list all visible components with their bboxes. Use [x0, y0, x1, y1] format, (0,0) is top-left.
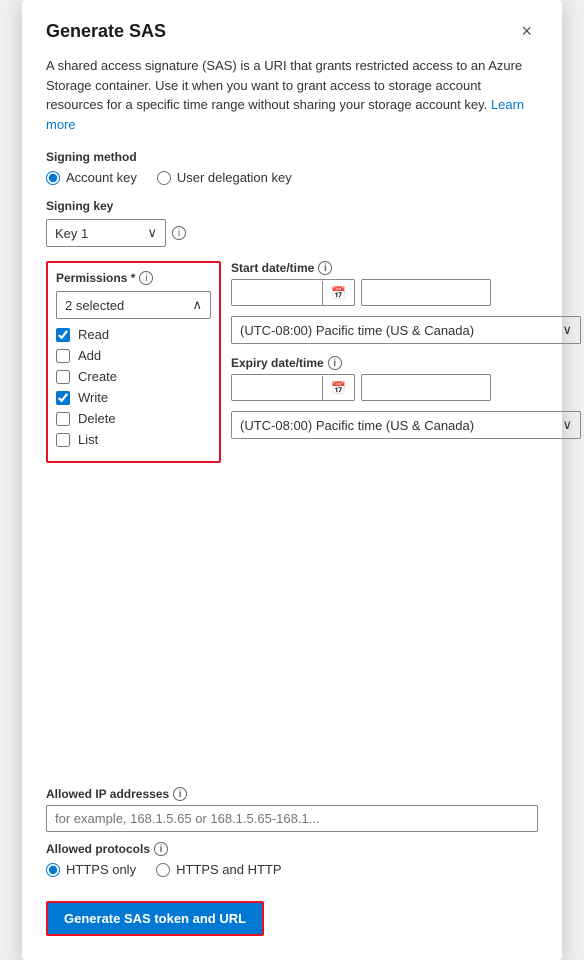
https-http-radio[interactable]: HTTPS and HTTP [156, 862, 281, 877]
allowed-protocols-info-icon[interactable]: i [154, 842, 168, 856]
allowed-protocols-label: Allowed protocols [46, 842, 150, 856]
start-datetime-label: Start date/time i [231, 261, 581, 275]
protocols-radio-group: HTTPS only HTTPS and HTTP [46, 862, 538, 877]
list-label: List [78, 432, 98, 447]
expiry-datetime-block: Expiry date/time i 📅 7:53:32 PM [231, 356, 581, 401]
permissions-dropdown[interactable]: 2 selected ∧ [56, 291, 211, 319]
start-time-input-wrap: 11:53:32 AM [361, 279, 491, 306]
expiry-tz-value: (UTC-08:00) Pacific time (US & Canada) [240, 418, 474, 433]
https-only-label: HTTPS only [66, 862, 136, 877]
signing-method-label: Signing method [46, 150, 538, 164]
expiry-timezone-dropdown[interactable]: (UTC-08:00) Pacific time (US & Canada) ∨ [231, 411, 581, 439]
signing-key-row: Key 1 ∨ i [46, 219, 538, 247]
permissions-chevron: ∧ [192, 297, 202, 313]
checkbox-delete[interactable]: Delete [56, 411, 211, 426]
start-timezone-row: (UTC-08:00) Pacific time (US & Canada) ∨ [231, 316, 581, 344]
left-panel: Permissions * i 2 selected ∧ Read Add [46, 261, 221, 463]
https-http-label: HTTPS and HTTP [176, 862, 281, 877]
user-delegation-radio[interactable]: User delegation key [157, 170, 292, 185]
signing-method-group: Account key User delegation key [46, 170, 538, 185]
allowed-ip-label-row: Allowed IP addresses i [46, 787, 538, 801]
dialog-title: Generate SAS [46, 21, 166, 42]
main-layout: Permissions * i 2 selected ∧ Read Add [46, 261, 538, 463]
account-key-radio[interactable]: Account key [46, 170, 137, 185]
expiry-time-input-wrap: 7:53:32 PM [361, 374, 491, 401]
close-button[interactable]: × [515, 20, 538, 42]
signing-key-label: Signing key [46, 199, 538, 213]
permissions-info-icon[interactable]: i [139, 271, 153, 285]
allowed-protocols-label-row: Allowed protocols i [46, 842, 538, 856]
start-cal-icon[interactable]: 📅 [322, 281, 354, 305]
start-date-input[interactable] [232, 280, 322, 305]
expiry-datetime-label: Expiry date/time i [231, 356, 581, 370]
signing-key-dropdown[interactable]: Key 1 ∨ [46, 219, 166, 247]
permissions-label: Permissions * [56, 271, 135, 285]
start-datetime-block: Start date/time i 📅 11:53:32 AM [231, 261, 581, 306]
read-label: Read [78, 327, 109, 342]
start-time-input[interactable]: 11:53:32 AM [361, 279, 491, 306]
user-delegation-label: User delegation key [177, 170, 292, 185]
checkbox-add[interactable]: Add [56, 348, 211, 363]
delete-label: Delete [78, 411, 116, 426]
start-datetime-inputs: 📅 11:53:32 AM [231, 279, 581, 306]
checkbox-create[interactable]: Create [56, 369, 211, 384]
expiry-date-picker[interactable]: 📅 [231, 374, 355, 401]
description-text: A shared access signature (SAS) is a URI… [46, 56, 538, 134]
spacer [46, 477, 538, 787]
write-label: Write [78, 390, 108, 405]
start-date-picker[interactable]: 📅 [231, 279, 355, 306]
start-timezone-dropdown[interactable]: (UTC-08:00) Pacific time (US & Canada) ∨ [231, 316, 581, 344]
expiry-time-input[interactable]: 7:53:32 PM [361, 374, 491, 401]
create-label: Create [78, 369, 117, 384]
dialog-header: Generate SAS × [46, 20, 538, 42]
allowed-ip-section: Allowed IP addresses i [46, 787, 538, 832]
start-tz-chevron: ∨ [562, 322, 572, 338]
generate-sas-dialog: Generate SAS × A shared access signature… [22, 0, 562, 960]
checkbox-read[interactable]: Read [56, 327, 211, 342]
signing-key-info-icon[interactable]: i [172, 226, 186, 240]
expiry-cal-icon[interactable]: 📅 [322, 376, 354, 400]
right-panel: Start date/time i 📅 11:53:32 AM (UTC-08:… [231, 261, 581, 451]
checkbox-write[interactable]: Write [56, 390, 211, 405]
generate-sas-button[interactable]: Generate SAS token and URL [46, 901, 264, 936]
permissions-selected: 2 selected [65, 298, 124, 313]
expiry-timezone-row: (UTC-08:00) Pacific time (US & Canada) ∨ [231, 411, 581, 439]
start-datetime-info-icon[interactable]: i [318, 261, 332, 275]
expiry-datetime-inputs: 📅 7:53:32 PM [231, 374, 581, 401]
allowed-ip-input[interactable] [46, 805, 538, 832]
start-tz-value: (UTC-08:00) Pacific time (US & Canada) [240, 323, 474, 338]
account-key-label: Account key [66, 170, 137, 185]
allowed-ip-label: Allowed IP addresses [46, 787, 169, 801]
signing-key-chevron: ∨ [147, 225, 157, 241]
allowed-protocols-section: Allowed protocols i HTTPS only HTTPS and… [46, 842, 538, 877]
allowed-ip-info-icon[interactable]: i [173, 787, 187, 801]
expiry-datetime-info-icon[interactable]: i [328, 356, 342, 370]
expiry-tz-chevron: ∨ [562, 417, 572, 433]
checkbox-list[interactable]: List [56, 432, 211, 447]
permissions-section: Permissions * i 2 selected ∧ Read Add [46, 261, 221, 463]
expiry-date-input[interactable] [232, 375, 322, 400]
add-label: Add [78, 348, 101, 363]
https-only-radio[interactable]: HTTPS only [46, 862, 136, 877]
